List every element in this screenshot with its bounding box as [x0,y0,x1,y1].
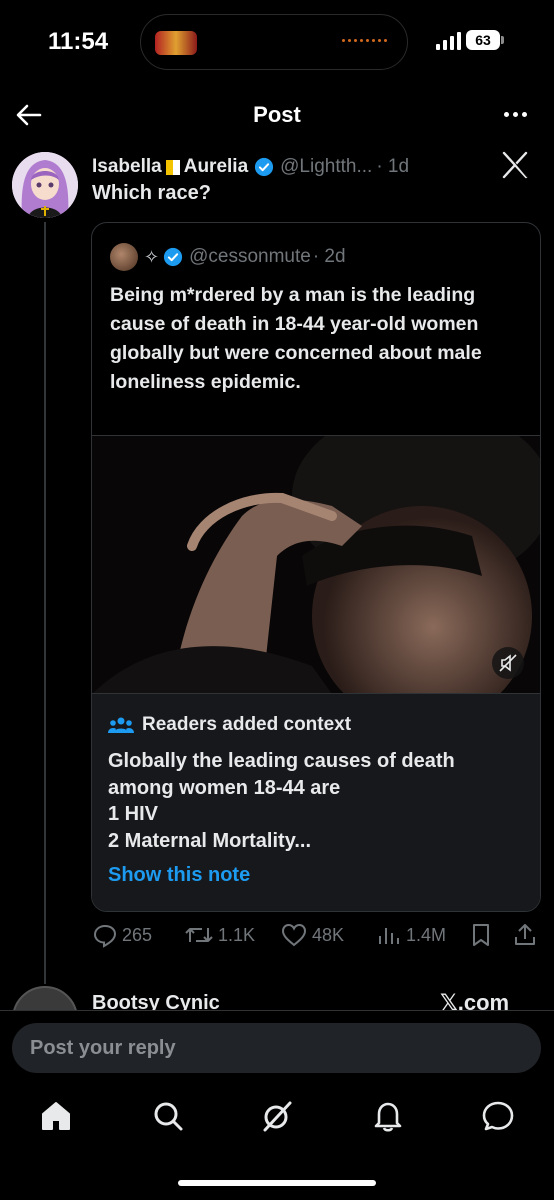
thread-line [44,222,46,984]
author-first-name[interactable]: Isabella [92,156,162,178]
reply-button[interactable]: 265 [92,922,152,948]
tab-messages[interactable] [480,1098,516,1134]
status-time: 11:54 [48,28,109,55]
video-frame [92,436,540,693]
muted-speaker-icon [499,654,517,672]
views-button[interactable]: 1.4M [376,922,446,948]
quoted-post-text: Being m*rdered by a man is the leading c… [110,284,482,393]
post-actions: 265 1.1K 48K 1.4M [0,922,554,954]
community-note[interactable]: Readers added context Globally the leadi… [92,693,540,911]
author-last-name[interactable]: Aurelia [184,156,248,178]
views-count: 1.4M [406,924,447,945]
reply-input[interactable] [12,1023,541,1073]
community-note-line: among women 18-44 are [108,776,341,799]
community-note-line: 1 HIV [108,803,159,825]
messages-icon [482,1101,514,1131]
more-options-button[interactable] [500,102,530,126]
post-text: Which race? [92,182,211,204]
repost-button[interactable]: 1.1K [184,922,255,948]
repost-icon [185,928,213,942]
verified-badge-icon [164,247,183,267]
sparkle-icon: ✧ [144,246,160,267]
heart-icon [281,923,307,947]
search-icon [154,1102,183,1131]
bookmark-icon [473,924,489,946]
tab-notifications[interactable] [370,1098,406,1134]
share-icon [515,924,535,945]
page-title: Post [253,102,301,127]
audio-wave-icon [342,39,387,42]
reply-count: 265 [122,924,153,945]
x-logo-icon [502,151,528,179]
notifications-icon [374,1102,402,1132]
views-chart-icon [379,928,399,944]
now-playing-artwork [155,31,197,55]
reply-author-name[interactable]: Bootsy Cynic [92,992,220,1010]
bookmark-button[interactable] [470,922,496,948]
post-time: · 1d [376,156,410,177]
community-note-text: Globally the leading causes of death amo… [108,748,528,854]
repost-count: 1.1K [218,924,256,945]
share-button[interactable] [512,922,542,948]
community-note-title: Readers added context [142,714,352,735]
like-count: 48K [312,924,345,945]
tab-grok[interactable] [259,1098,295,1134]
author-avatar[interactable] [12,152,78,218]
top-bar: Post [0,86,554,142]
post-header: Isabella Aurelia @Lightth... · 1d [92,154,409,180]
tab-search[interactable] [150,1098,186,1134]
mute-button[interactable] [492,647,524,679]
reply-link-text[interactable]: 𝕏.com [440,990,509,1010]
show-note-link[interactable]: Show this note [108,864,250,887]
battery-icon: 63 [466,30,500,50]
quoted-author-handle[interactable]: @cessonmute [189,246,311,268]
dynamic-island[interactable] [140,14,408,70]
community-note-header: Readers added context [108,714,351,736]
reply-avatar[interactable] [12,986,78,1010]
tab-home[interactable] [38,1098,74,1134]
author-handle[interactable]: @Lightth... [280,156,372,178]
vatican-flag-emoji [165,159,180,175]
quoted-post-header: ✧ @cessonmute · 2d [110,243,346,271]
reply-bar [0,1010,554,1080]
battery-tip [501,36,504,44]
status-bar: 11:54 63 [0,0,554,86]
cellular-signal-icon [436,32,461,50]
like-button[interactable]: 48K [280,922,344,948]
people-icon [108,717,134,733]
next-reply-peek[interactable]: Bootsy Cynic 𝕏.com [0,986,554,1010]
reply-icon [93,924,117,948]
home-icon [42,1102,70,1130]
quoted-post-time: · 2d [312,246,346,267]
quoted-video[interactable] [92,435,540,693]
verified-badge-icon [255,157,274,177]
community-note-line: Globally the leading causes of death [108,750,455,772]
grok-icon [263,1101,292,1132]
home-indicator[interactable] [178,1180,376,1186]
quoted-post-card[interactable]: ✧ @cessonmute · 2d Being m*rdered by a m… [91,222,541,912]
quoted-author-avatar[interactable] [110,243,138,271]
community-note-line: 2 Maternal Mortality... [108,829,312,852]
